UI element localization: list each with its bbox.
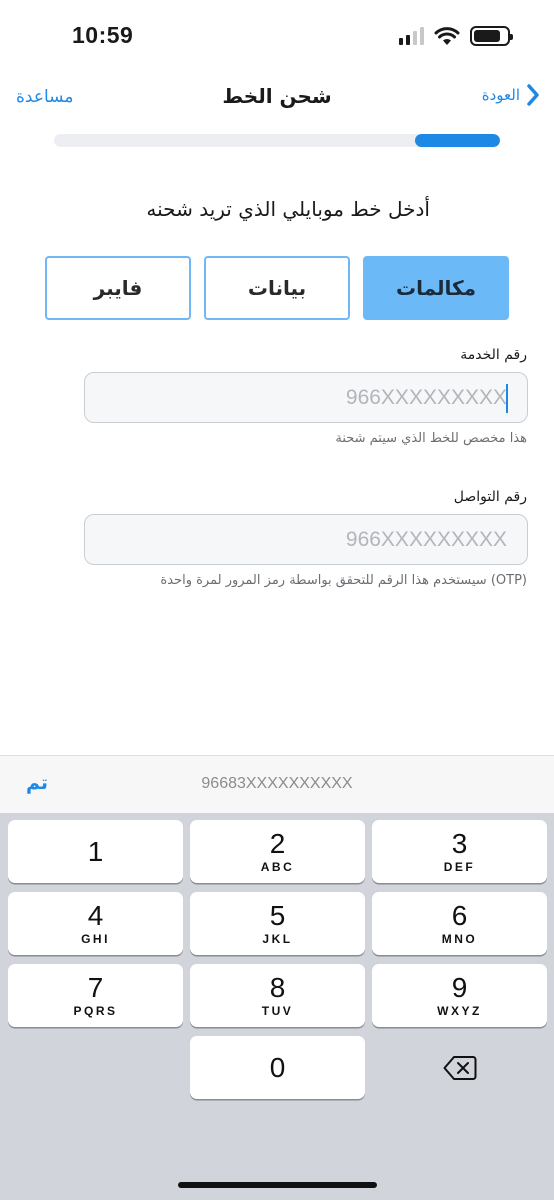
page-title: شحن الخط — [222, 84, 332, 108]
key-6[interactable]: 6 MNO — [372, 892, 547, 955]
key-digit: 2 — [269, 828, 286, 859]
autofill-suggestion[interactable]: 96683XXXXXXXXXX — [0, 775, 554, 793]
status-bar: 10:59 — [0, 0, 554, 70]
back-button[interactable]: العودة — [482, 83, 540, 107]
key-3[interactable]: 3 DEF — [372, 820, 547, 883]
status-icons — [399, 26, 513, 46]
progress-fill — [415, 134, 500, 147]
key-9[interactable]: 9 WXYZ — [372, 964, 547, 1027]
key-digit: 0 — [269, 1051, 286, 1083]
keyboard-accessory-bar: تم 96683XXXXXXXXXX — [0, 755, 554, 813]
key-digit: 7 — [87, 972, 104, 1003]
key-letters: JKL — [262, 932, 293, 946]
key-letters: PQRS — [73, 1004, 118, 1018]
key-letters: ABC — [260, 860, 295, 874]
progress-bar — [54, 134, 500, 147]
status-time: 10:59 — [72, 22, 134, 48]
key-5[interactable]: 5 JKL — [190, 892, 365, 955]
battery-icon — [470, 26, 513, 46]
key-digit: 1 — [87, 835, 104, 867]
nav-bar: مساعدة شحن الخط العودة — [0, 80, 554, 116]
key-4[interactable]: 4 GHI — [8, 892, 183, 955]
key-digit: 5 — [269, 900, 286, 931]
key-letters: GHI — [81, 932, 110, 946]
tab-calls[interactable]: مكالمات — [363, 256, 509, 320]
chevron-right-icon — [527, 84, 539, 106]
key-digit: 4 — [87, 900, 104, 931]
home-indicator — [178, 1182, 377, 1188]
key-letters: TUV — [261, 1004, 294, 1018]
service-number-hint: هذا مخصص للخط الذي سيتم شحنة — [335, 431, 527, 446]
backspace-icon — [443, 1055, 476, 1080]
service-number-field[interactable] — [84, 372, 528, 423]
text-caret — [506, 384, 508, 413]
key-letters: MNO — [441, 932, 478, 946]
back-label: العودة — [481, 86, 520, 104]
service-number-label: رقم الخدمة — [460, 347, 527, 363]
tab-data[interactable]: بيانات — [204, 256, 350, 320]
service-number-input[interactable] — [85, 373, 527, 422]
wifi-icon — [434, 26, 460, 45]
numeric-keypad: 1 2 ABC 3 DEF 4 GHI 5 JKL 6 MNO 7 PQRS 8 TUV 9W… — [0, 813, 554, 1200]
cellular-signal-icon — [399, 27, 424, 45]
contact-number-label: رقم التواصل — [453, 489, 527, 505]
key-letters: WXYZ — [437, 1004, 482, 1018]
tab-fiber[interactable]: فايبر — [45, 256, 191, 320]
delete-key[interactable] — [372, 1036, 547, 1099]
key-2[interactable]: 2 ABC — [190, 820, 365, 883]
contact-number-input[interactable] — [85, 515, 527, 564]
contact-number-hint: سيستخدم هذا الرقم للتحقق بواسطة رمز المر… — [160, 573, 527, 588]
key-7[interactable]: 7 PQRS — [8, 964, 183, 1027]
key-digit: 3 — [451, 828, 468, 859]
instruction-text: أدخل خط موبايلي الذي تريد شحنه — [146, 197, 430, 221]
key-1[interactable]: 1 — [8, 820, 183, 883]
line-type-tabs: مكالمات بيانات فايبر — [45, 256, 509, 320]
key-digit: 8 — [269, 972, 286, 1003]
key-digit: 9 — [451, 972, 468, 1003]
key-digit: 6 — [451, 900, 468, 931]
key-letters: DEF — [443, 860, 476, 874]
key-0[interactable]: 0 — [190, 1036, 365, 1099]
key-8[interactable]: 8 TUV — [190, 964, 365, 1027]
contact-number-field[interactable] — [84, 514, 528, 565]
